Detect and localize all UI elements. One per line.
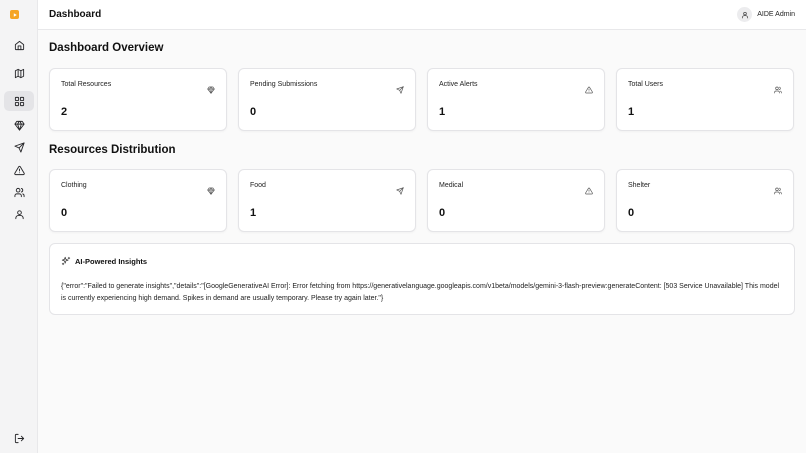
stat-card-value: 1	[439, 106, 446, 118]
sidebar	[0, 0, 38, 453]
overview-section-title: Dashboard Overview	[49, 42, 164, 54]
resource-card-label: Medical	[439, 182, 464, 189]
resource-card-value: 0	[628, 207, 635, 219]
logout-icon	[14, 433, 24, 443]
distribution-section-title: Resources Distribution	[49, 144, 176, 156]
sidebar-item-alerts[interactable]	[4, 160, 34, 180]
alert-triangle-icon	[13, 165, 25, 175]
stat-card-label: Active Alerts	[439, 81, 478, 88]
sidebar-item-profile[interactable]	[4, 204, 34, 224]
user-icon	[14, 209, 24, 219]
sidebar-item-map[interactable]	[4, 63, 34, 83]
play-icon	[13, 12, 17, 17]
stat-card-label: Total Resources	[61, 81, 112, 88]
sparkles-icon	[61, 256, 71, 266]
sidebar-item-resources[interactable]	[4, 115, 34, 135]
resource-card-label: Food	[250, 182, 266, 189]
users-icon	[774, 182, 782, 195]
sidebar-item-users[interactable]	[4, 182, 34, 202]
gem-icon	[13, 120, 25, 131]
page-title: Dashboard	[49, 9, 102, 20]
resource-card-value: 0	[61, 207, 68, 219]
resource-card-clothing: Clothing 0	[49, 169, 227, 232]
top-bar: Dashboard AIDE Admin	[38, 0, 806, 30]
stat-card-total-resources: Total Resources 2	[49, 68, 227, 131]
user-menu[interactable]: AIDE Admin	[737, 7, 795, 22]
alert-triangle-icon	[585, 182, 593, 195]
resource-card-medical: Medical 0	[427, 169, 605, 232]
stat-card-active-alerts: Active Alerts 1	[427, 68, 605, 131]
ai-insights-title: AI-Powered Insights	[75, 256, 148, 266]
sidebar-item-home[interactable]	[4, 35, 34, 55]
gem-icon	[207, 81, 215, 94]
stat-card-total-users: Total Users 1	[616, 68, 794, 131]
send-icon	[396, 81, 404, 94]
avatar[interactable]	[737, 7, 753, 22]
sidebar-item-submissions[interactable]	[4, 137, 34, 157]
user-icon	[741, 11, 748, 18]
stat-card-value: 0	[250, 106, 257, 118]
stat-card-label: Pending Submissions	[250, 81, 318, 88]
stat-card-value: 2	[61, 106, 68, 118]
sidebar-item-dashboard[interactable]	[4, 91, 34, 111]
resource-card-food: Food 1	[238, 169, 416, 232]
alert-triangle-icon	[585, 81, 593, 94]
stat-card-pending-submissions: Pending Submissions 0	[238, 68, 416, 131]
resource-card-value: 1	[250, 207, 257, 219]
send-icon	[13, 141, 25, 153]
resource-card-value: 0	[439, 207, 446, 219]
ai-insights-header: AI-Powered Insights	[61, 256, 147, 266]
ai-insights-panel: AI-Powered Insights {"error":"Failed to …	[49, 243, 795, 315]
stat-card-label: Total Users	[628, 81, 664, 88]
map-icon	[14, 68, 24, 78]
home-icon	[14, 40, 24, 50]
resource-card-label: Clothing	[61, 182, 87, 189]
ai-insights-error-message: {"error":"Failed to generate insights","…	[61, 283, 780, 302]
gem-icon	[207, 182, 215, 195]
dashboard-grid-icon	[14, 96, 24, 106]
send-icon	[396, 182, 404, 195]
resource-card-shelter: Shelter 0	[616, 169, 794, 232]
logout-button[interactable]	[4, 428, 34, 448]
stat-card-value: 1	[628, 106, 635, 118]
user-name: AIDE Admin	[757, 11, 795, 18]
users-icon	[13, 187, 25, 197]
users-icon	[774, 81, 782, 94]
resource-card-label: Shelter	[628, 182, 651, 189]
app-logo[interactable]	[10, 10, 19, 19]
